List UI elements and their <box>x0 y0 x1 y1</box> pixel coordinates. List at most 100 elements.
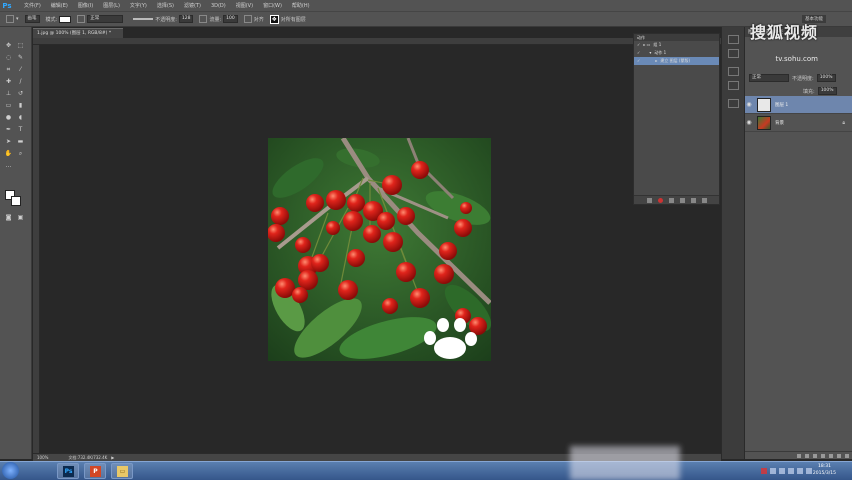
menu-type[interactable]: 文字(Y) <box>130 2 147 9</box>
new-action-icon[interactable] <box>690 197 696 203</box>
history-panel-icon[interactable] <box>728 35 739 44</box>
tray-app-icon[interactable] <box>761 467 767 474</box>
link-layers-icon[interactable] <box>797 453 801 458</box>
clone-stamp-tool-icon[interactable]: ⊥ <box>4 89 13 98</box>
brush-preset-label[interactable]: 画笔 <box>24 15 40 23</box>
shape-tool-icon[interactable]: ▬ <box>16 137 25 146</box>
move-tool-icon[interactable]: ✥ <box>4 41 13 50</box>
play-icon[interactable] <box>668 197 674 203</box>
document-info[interactable]: 文档:732.4K/732.4K <box>68 454 107 461</box>
quick-mask-icon[interactable]: ◙ <box>4 213 13 222</box>
visibility-eye-icon[interactable]: ◉ <box>745 101 753 108</box>
delete-icon[interactable] <box>701 197 707 203</box>
layer-opacity-input[interactable]: 100% <box>816 74 836 82</box>
more-tools-icon[interactable]: … <box>4 161 13 170</box>
swatches-panel-icon[interactable] <box>728 81 739 90</box>
status-arrow-icon[interactable]: ▶ <box>111 454 114 461</box>
explorer-taskbar-button[interactable]: ▭ <box>111 463 133 479</box>
check-icon[interactable]: ✓ <box>637 41 640 49</box>
photoshop-taskbar-button[interactable]: Ps <box>57 463 79 479</box>
layers-panel: 图层 通道 路径 正常 不透明度: 100% 填充: 100% ◉ 图层 1 ◉… <box>744 27 852 459</box>
network-icon[interactable] <box>797 467 803 474</box>
healing-brush-tool-icon[interactable]: ✚ <box>4 77 13 86</box>
visibility-eye-icon[interactable]: ◉ <box>745 119 753 126</box>
path-select-tool-icon[interactable]: ➤ <box>4 137 13 146</box>
fill-controls: 填充: 100% <box>803 87 837 95</box>
fill-input[interactable]: 100% <box>817 87 837 95</box>
menu-edit[interactable]: 编辑(E) <box>51 2 68 9</box>
record-icon[interactable] <box>657 197 663 203</box>
quick-select-tool-icon[interactable]: ✎ <box>16 53 25 62</box>
pressure-opacity-icon[interactable] <box>199 15 208 23</box>
tray-app-icon[interactable] <box>788 467 794 474</box>
layer-row[interactable]: ◉ 背景 🔒︎ <box>745 114 852 132</box>
check-icon[interactable]: ✓ <box>637 57 640 65</box>
delete-layer-icon[interactable] <box>845 453 849 458</box>
menu-help[interactable]: 帮助(H) <box>292 2 310 9</box>
taskbar-clock[interactable]: 18:31 2015/3/15 <box>813 463 836 477</box>
zoom-level[interactable]: 100% <box>37 454 48 461</box>
check-icon[interactable]: ✓ <box>637 49 640 57</box>
tray-app-icon[interactable] <box>770 467 776 474</box>
menu-3d[interactable]: 3D(D) <box>211 3 226 9</box>
pen-tool-icon[interactable]: ✒ <box>4 125 13 134</box>
sample-all-layers-label[interactable]: 对所有图层 <box>281 16 306 23</box>
flow-input[interactable]: 100 <box>223 15 238 23</box>
layer-style-icon[interactable] <box>805 453 809 458</box>
eraser-tool-icon[interactable]: ▭ <box>4 101 13 110</box>
menu-select[interactable]: 选择(S) <box>157 2 174 9</box>
brush-panel-icon[interactable] <box>77 15 86 23</box>
brush-swatch[interactable] <box>59 15 72 23</box>
blur-tool-icon[interactable]: ● <box>4 113 13 122</box>
add-mask-icon[interactable] <box>813 453 817 458</box>
layer-row-selected[interactable]: ◉ 图层 1 <box>745 96 852 114</box>
mode-select[interactable]: 正常 <box>87 15 124 23</box>
marquee-tool-icon[interactable]: ⬚ <box>16 41 25 50</box>
powerpoint-taskbar-button[interactable]: P <box>84 463 106 479</box>
zoom-tool-icon[interactable]: ⌕ <box>16 149 25 158</box>
layer-name[interactable]: 背景 <box>775 120 784 126</box>
hand-tool-icon[interactable]: ✋ <box>4 149 13 158</box>
tray-app-icon[interactable] <box>779 467 785 474</box>
color-panel-icon[interactable] <box>728 67 739 76</box>
type-tool-icon[interactable]: T <box>16 125 25 134</box>
actions-panel-header[interactable]: 动作 <box>634 34 719 41</box>
menu-view[interactable]: 视图(V) <box>236 2 253 9</box>
history-brush-tool-icon[interactable]: ↺ <box>16 89 25 98</box>
gradient-tool-icon[interactable]: ▮ <box>16 101 25 110</box>
dodge-tool-icon[interactable]: ◖ <box>16 113 25 122</box>
new-group-icon[interactable] <box>829 453 833 458</box>
layer-name[interactable]: 图层 1 <box>775 102 788 108</box>
paw-brush-icon[interactable]: ❖ <box>269 14 279 24</box>
brush-tool-icon[interactable]: / <box>16 77 25 86</box>
airbrush-icon[interactable] <box>243 15 252 23</box>
volume-icon[interactable] <box>806 467 812 474</box>
background-color-swatch[interactable] <box>11 196 21 206</box>
lock-icon[interactable]: 🔒︎ <box>842 120 845 126</box>
action-row-selected[interactable]: ✓ ▸ 建立 图层 (蒙版) <box>634 57 719 65</box>
new-layer-icon[interactable] <box>837 453 841 458</box>
stop-icon[interactable] <box>646 197 652 203</box>
eyedropper-tool-icon[interactable]: ⁄ <box>16 65 25 74</box>
adjustment-layer-icon[interactable] <box>821 453 825 458</box>
menu-filter[interactable]: 滤镜(T) <box>184 2 201 9</box>
document-tab[interactable]: 1.jpg @ 100% (图层 1, RGB/8#) * <box>33 28 123 38</box>
adjustments-panel-icon[interactable] <box>728 99 739 108</box>
menu-image[interactable]: 图像(I) <box>78 2 93 9</box>
action-row[interactable]: ✓ ▸ ▭ 组 1 <box>634 41 719 49</box>
menu-window[interactable]: 窗口(W) <box>263 2 282 9</box>
opacity-input[interactable]: 128 <box>178 15 194 23</box>
align-checkbox-label[interactable]: 对齐 <box>254 16 264 23</box>
menu-layer[interactable]: 图层(L) <box>103 2 120 9</box>
lasso-tool-icon[interactable]: ◌ <box>4 53 13 62</box>
cherry-photo-canvas[interactable] <box>268 138 491 361</box>
new-set-icon[interactable] <box>679 197 685 203</box>
tool-preset-picker[interactable]: ▾ <box>6 15 19 23</box>
start-button[interactable] <box>2 462 19 479</box>
screen-mode-icon[interactable]: ▣ <box>16 213 25 222</box>
actions-panel-icon[interactable] <box>728 49 739 58</box>
menu-file[interactable]: 文件(F) <box>24 2 41 9</box>
crop-tool-icon[interactable]: ⌗ <box>4 65 13 74</box>
action-row[interactable]: ✓ ▾ 动作 1 <box>634 49 719 57</box>
blend-mode-select[interactable]: 正常 <box>749 74 789 82</box>
